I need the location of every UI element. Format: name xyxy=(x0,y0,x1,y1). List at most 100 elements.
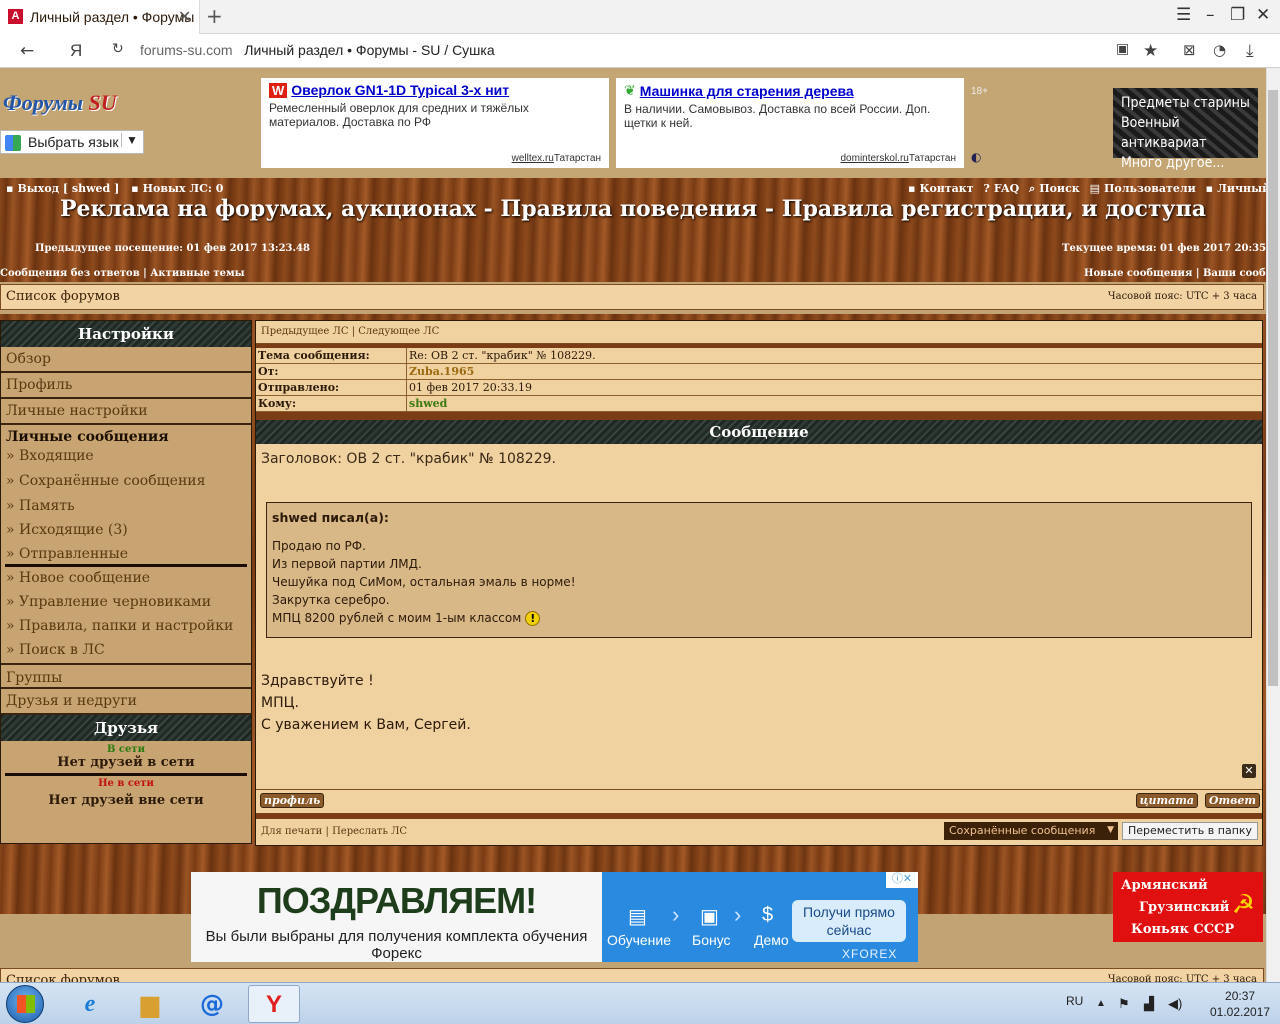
pm-drafts-link[interactable]: » Управление черновиками xyxy=(1,591,251,615)
menu-icon[interactable]: ☰ xyxy=(1176,5,1191,25)
from-user-link[interactable]: Zuba.1965 xyxy=(407,364,474,379)
new-posts-link[interactable]: Новые сообщения xyxy=(1084,268,1192,279)
personal-link[interactable]: Личный раздел xyxy=(1217,182,1266,195)
start-button[interactable] xyxy=(6,985,44,1023)
volume-icon[interactable]: ◀) xyxy=(1168,996,1182,1012)
forward-link[interactable]: Переслать ЛС xyxy=(332,826,407,837)
quote-block: shwed писал(а): Продаю по РФ. Из первой … xyxy=(266,502,1252,638)
tray-clock[interactable]: 20:37 01.02.2017 xyxy=(1210,988,1270,1020)
forum-list-link[interactable]: Список форумов xyxy=(6,289,120,304)
forex-cta-button[interactable]: Получи прямо сейчас xyxy=(792,900,906,942)
extension-icon[interactable]: ⊠ xyxy=(1183,41,1196,59)
quote-button[interactable]: цитата xyxy=(1135,793,1198,808)
print-link[interactable]: Для печати xyxy=(261,826,322,837)
subject-value: Re: ОВ 2 ст. "крабик" № 108229. xyxy=(409,349,596,362)
pm-compose-link[interactable]: » Новое сообщение xyxy=(1,567,251,591)
pm-sent-link[interactable]: » Отправленные xyxy=(5,545,247,567)
antique-ad[interactable]: Предметы старины Военный антиквариат Мно… xyxy=(1113,88,1258,171)
antique-ad-line: Предметы старины xyxy=(1121,95,1250,111)
next-pm-link[interactable]: Следующее ЛС xyxy=(358,326,439,337)
bookmark-star-icon[interactable]: ★ xyxy=(1143,41,1158,61)
page-viewport: Форумы SU Выбрать язык ▼ W Оверлок GN1-1… xyxy=(0,68,1266,982)
adchoices-close-icon[interactable]: ⓘ✕ xyxy=(886,872,918,888)
explorer-folder-icon[interactable]: ▆ xyxy=(124,985,176,1023)
ad2-title[interactable]: Машинка для старения дерева xyxy=(640,83,854,99)
post-actions: профиль цитата Ответ xyxy=(256,789,1262,813)
search-link[interactable]: Поиск xyxy=(1039,182,1080,195)
pm-rules-link[interactable]: » Правила, папки и настройки xyxy=(1,615,251,639)
close-tab-icon[interactable]: ✕ xyxy=(178,7,191,26)
pm-outbox-link[interactable]: » Исходящие (3) xyxy=(1,521,251,545)
ad-block-2[interactable]: ❦ Машинка для старения дерева В наличии.… xyxy=(616,78,964,168)
ie-icon[interactable]: e xyxy=(64,985,116,1023)
contact-link[interactable]: Контакт xyxy=(919,182,973,195)
input-language[interactable]: RU xyxy=(1066,994,1083,1008)
ad1-source[interactable]: welltex.ruТатарстан xyxy=(512,153,601,164)
forex-ad[interactable]: ПОЗДРАВЛЯЕМ! Вы были выбраны для получен… xyxy=(191,872,918,962)
reply-button[interactable]: Ответ xyxy=(1204,793,1260,808)
folder-select[interactable]: Сохранённые сообщения ▼ xyxy=(944,822,1118,840)
to-user-link[interactable]: shwed xyxy=(407,396,447,411)
reload-icon[interactable]: ↻ xyxy=(112,41,124,57)
ad2-desc: В наличии. Самовывоз. Доставка по всей Р… xyxy=(624,102,931,130)
sidebar-item-profile[interactable]: Профиль xyxy=(1,373,251,399)
antique-ad-line: Военный антиквариат xyxy=(1121,115,1207,151)
sidebar-item-groups[interactable]: Группы xyxy=(1,663,251,689)
faq-link[interactable]: FAQ xyxy=(994,182,1019,195)
pm-inbox-link[interactable]: » Входящие xyxy=(1,447,251,472)
pm-header[interactable]: Личные сообщения xyxy=(1,427,251,447)
forex-step1: Обучение xyxy=(607,932,672,948)
flag-icon[interactable]: ⚑ xyxy=(1118,996,1130,1012)
yandex-browser-icon[interactable]: Y xyxy=(248,985,300,1023)
site-logo[interactable]: Форумы SU xyxy=(3,90,117,116)
hammer-sickle-icon: ☭ xyxy=(1231,890,1255,920)
move-to-folder-button[interactable]: Переместить в папку xyxy=(1122,822,1258,840)
downloads-icon[interactable]: ⤓ xyxy=(1246,41,1254,61)
mail-agent-icon[interactable]: @ xyxy=(186,985,238,1023)
pm-panel: Предыдущее ЛС | Следующее ЛС Тема сообще… xyxy=(255,320,1263,846)
faq-icon: ? xyxy=(983,182,990,195)
ad-block-1[interactable]: W Оверлок GN1-1D Typical 3-х нит Ремесле… xyxy=(261,78,609,168)
banner-title[interactable]: Реклама на форумах, аукционах - Правила … xyxy=(0,196,1266,222)
sidebar-item-personal-settings[interactable]: Личные настройки xyxy=(1,399,251,425)
restore-icon[interactable]: ❐ xyxy=(1230,5,1245,25)
address-bar: ← Я ↻ forums-su.com Личный раздел • Фору… xyxy=(0,34,1280,68)
yandex-icon[interactable]: Я xyxy=(70,41,82,61)
sent-label: Отправлено: xyxy=(256,380,407,395)
leaf-icon: ❦ xyxy=(624,82,636,98)
footer-forum-list-link[interactable]: Список форумов xyxy=(6,973,120,982)
prev-pm-link[interactable]: Предыдущее ЛС xyxy=(261,326,349,337)
delete-pm-icon[interactable]: ✕ xyxy=(1242,764,1256,778)
language-select[interactable]: Выбрать язык ▼ xyxy=(0,130,144,154)
users-link[interactable]: Пользователи xyxy=(1104,182,1196,195)
ad1-title[interactable]: Оверлок GN1-1D Typical 3-х нит xyxy=(291,82,509,98)
antique-ad-line: Много другое... xyxy=(1121,155,1225,171)
sidebar-item-friends-foes[interactable]: Друзья и недруги xyxy=(1,689,251,715)
pm-memory-link[interactable]: » Память xyxy=(1,497,251,521)
pm-search-link[interactable]: » Поиск в ЛС xyxy=(1,639,251,663)
new-tab-icon[interactable]: + xyxy=(206,4,223,28)
back-arrow-icon[interactable]: ← xyxy=(20,41,34,61)
close-window-icon[interactable]: ✕ xyxy=(1256,5,1270,25)
url-field[interactable]: forums-su.com Личный раздел • Форумы - S… xyxy=(140,42,495,58)
sidebar-item-overview[interactable]: Обзор xyxy=(1,347,251,373)
profile-button[interactable]: профиль xyxy=(260,793,325,808)
browser-tab[interactable]: A Личный раздел • Форумы ✕ xyxy=(0,0,200,34)
minimize-icon[interactable]: – xyxy=(1206,5,1215,25)
message-body: Заголовок: ОВ 2 ст. "крабик" № 108229. s… xyxy=(256,444,1262,789)
adchoices-icon[interactable]: ◐ xyxy=(971,150,981,164)
new-pm-link[interactable]: Новых ЛС: 0 xyxy=(143,182,224,195)
scrollbar-thumb[interactable] xyxy=(1268,90,1278,686)
pm-nav: Предыдущее ЛС | Следующее ЛС xyxy=(256,321,1262,344)
pm-saved-link[interactable]: » Сохранённые сообщения xyxy=(1,472,251,497)
quick-links-left: Сообщения без ответов | Активные темы xyxy=(0,268,245,279)
active-topics-link[interactable]: Активные темы xyxy=(150,268,244,279)
cognac-ad[interactable]: Армянский Грузинский Коньяк СССР ☭ xyxy=(1113,872,1263,942)
your-posts-link[interactable]: Ваши сообщения xyxy=(1203,268,1266,279)
ad2-source[interactable]: dominterskol.ruТатарстан xyxy=(840,153,956,164)
turbo-icon[interactable]: ◔ xyxy=(1213,41,1226,59)
tray-expand-icon[interactable]: ▲ xyxy=(1096,998,1106,1009)
unanswered-link[interactable]: Сообщения без ответов xyxy=(0,268,140,279)
logout-link[interactable]: Выход [ shwed ] xyxy=(17,182,119,195)
network-icon[interactable]: ▟ xyxy=(1144,996,1154,1012)
